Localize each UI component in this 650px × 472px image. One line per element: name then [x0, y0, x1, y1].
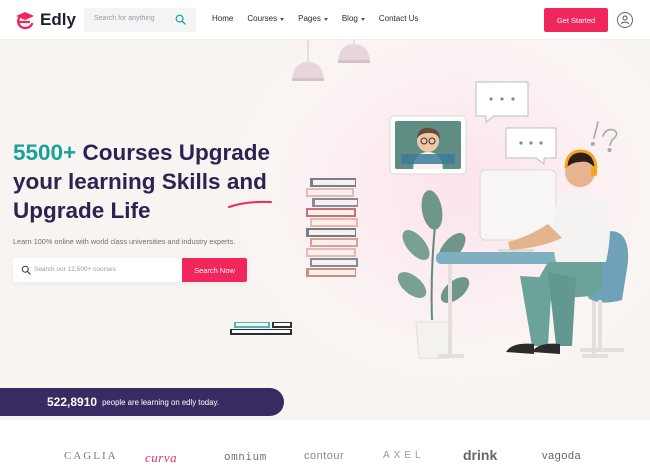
learners-text: people are learning on edly today. [102, 397, 219, 407]
main-nav: Home Courses Pages Blog Contact Us [212, 14, 432, 23]
headline-rest: Courses Upgrade [76, 140, 271, 165]
nav-blog-label: Blog [341, 14, 358, 23]
potted-plant [397, 190, 470, 359]
search-icon[interactable] [175, 14, 186, 25]
partner-logo-axel: AXEL [383, 450, 425, 461]
nav-contact[interactable]: Contact Us [379, 14, 419, 23]
partner-logo-omnium: omnium [224, 450, 267, 463]
pendant-lamp-right [338, 40, 370, 63]
course-search-form: Search our 12,500+ courses Search Now [13, 258, 247, 282]
headline-line-2: your learning Skills and [13, 169, 267, 194]
partner-logos: CAGLIA curva omnium contour AXEL drink v… [0, 447, 650, 472]
partner-logo-drink: drink [463, 447, 498, 463]
learners-count: 522,8910 [47, 395, 98, 409]
partner-logo-vagoda: vagoda [542, 450, 582, 462]
graduation-cap-logo-icon [16, 12, 34, 30]
chevron-down-icon [360, 17, 365, 21]
book-stack [306, 178, 358, 277]
partner-logo-contour: contour [304, 450, 345, 462]
hero-headline: 5500+ Courses Upgrade your learning Skil… [13, 138, 313, 225]
speech-bubble-bottom [505, 127, 557, 165]
speech-bubble-top [475, 81, 529, 123]
nav-pages[interactable]: Pages [298, 14, 328, 23]
partner-logo-caglia: CAGLIA [64, 450, 118, 462]
headline-line-1: 5500+ Courses Upgrade [13, 138, 313, 167]
underline-swoosh-decoration [228, 200, 272, 208]
partner-logo-curva: curva [145, 450, 178, 465]
search-now-button[interactable]: Search Now [182, 258, 247, 282]
nav-home[interactable]: Home [212, 14, 233, 23]
header-search-input[interactable]: Search for anything [84, 8, 196, 32]
nav-contact-label: Contact Us [378, 14, 419, 23]
get-started-button[interactable]: Get Started [544, 8, 608, 32]
header-search-placeholder: Search for anything [94, 15, 155, 22]
small-books [230, 322, 292, 335]
nav-pages-label: Pages [298, 14, 321, 23]
chevron-down-icon [323, 17, 328, 21]
nav-blog[interactable]: Blog [342, 14, 365, 23]
nav-courses[interactable]: Courses [247, 14, 285, 23]
nav-courses-label: Courses [247, 14, 278, 23]
site-header: Edly Search for anything Home Courses Pa… [0, 0, 650, 40]
exclamation-question-mark [590, 121, 618, 153]
search-icon [21, 265, 31, 275]
headline-accent: 5500+ [13, 140, 77, 165]
chevron-down-icon [280, 17, 285, 21]
hero-subtitle: Learn 100% online with world class unive… [13, 237, 236, 246]
user-account-icon[interactable] [617, 12, 633, 28]
learners-stats-bar: 522,8910 people are learning on edly tod… [0, 388, 284, 416]
pendant-lamp-left [292, 40, 324, 81]
nav-home-label: Home [212, 14, 234, 23]
logo[interactable]: Edly [14, 9, 76, 31]
user-icon [621, 15, 629, 25]
video-call-screen [389, 115, 467, 175]
course-search-input[interactable]: Search our 12,500+ courses [34, 266, 116, 273]
logo-text: Edly [40, 10, 76, 29]
